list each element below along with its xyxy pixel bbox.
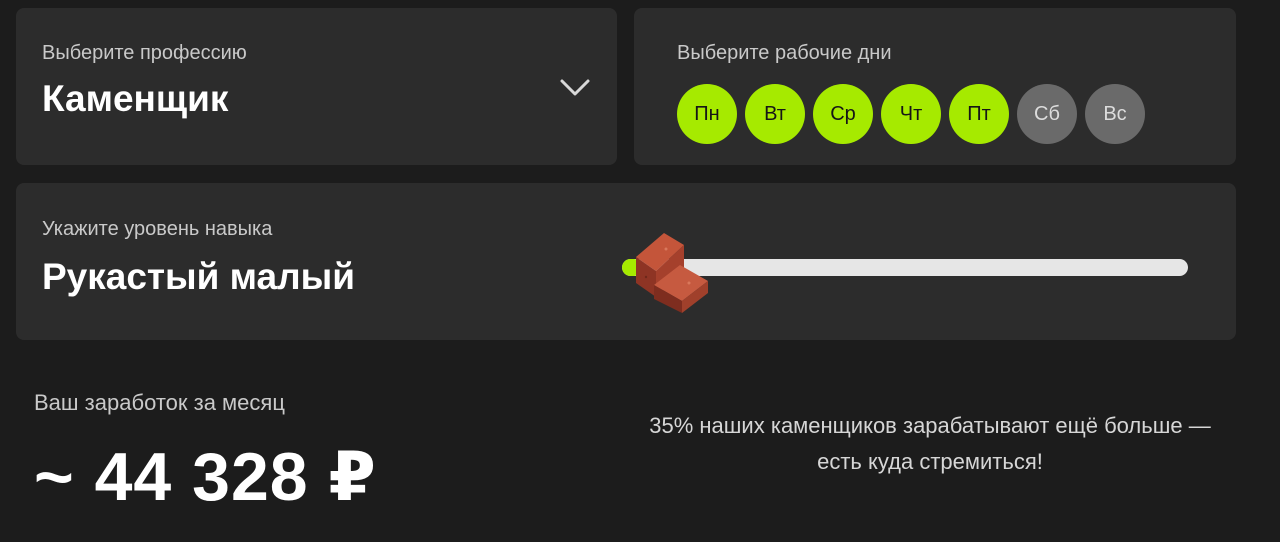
salary-calculator: Выберите профессию Каменщик Выберите раб… xyxy=(0,0,1280,542)
skill-value: Рукастый малый xyxy=(42,256,355,297)
profession-select[interactable]: Выберите профессию Каменщик xyxy=(16,8,617,165)
day-toggle-fri[interactable]: Пт xyxy=(949,84,1009,144)
day-toggle-sat[interactable]: Сб xyxy=(1017,84,1077,144)
skill-panel: Укажите уровень навыка Рукастый малый xyxy=(16,183,1236,340)
day-toggle-thu[interactable]: Чт xyxy=(881,84,941,144)
workdays-panel: Выберите рабочие дни Пн Вт Ср Чт Пт Сб В… xyxy=(634,8,1236,165)
chevron-down-icon[interactable] xyxy=(558,70,592,104)
profession-value: Каменщик xyxy=(42,78,229,119)
day-toggle-wed[interactable]: Ср xyxy=(813,84,873,144)
day-toggle-mon[interactable]: Пн xyxy=(677,84,737,144)
day-toggle-tue[interactable]: Вт xyxy=(745,84,805,144)
brick-icon[interactable] xyxy=(626,227,712,315)
earnings-label: Ваш заработок за месяц xyxy=(34,390,285,415)
profession-label: Выберите профессию xyxy=(42,42,247,64)
earnings-note: 35% наших каменщиков зарабатывают ещё бо… xyxy=(649,413,1211,474)
earnings-value: ~ 44 328 ₽ xyxy=(34,439,377,515)
skill-label: Укажите уровень навыка xyxy=(42,218,273,240)
workdays-list: Пн Вт Ср Чт Пт Сб Вс xyxy=(677,84,1145,144)
day-toggle-sun[interactable]: Вс xyxy=(1085,84,1145,144)
workdays-label: Выберите рабочие дни xyxy=(677,42,892,64)
